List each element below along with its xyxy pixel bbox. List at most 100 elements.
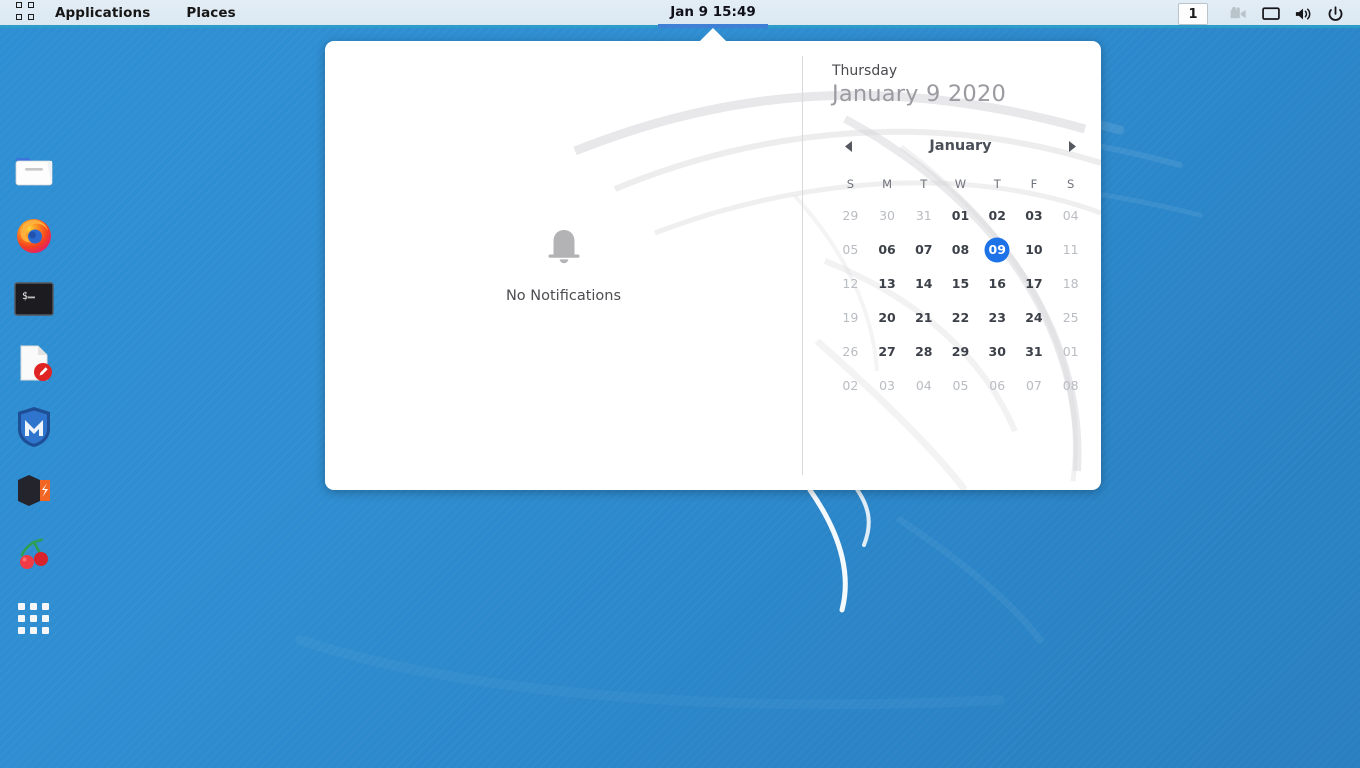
calendar-day[interactable]: 24 xyxy=(1016,301,1053,335)
applications-menu[interactable]: Applications xyxy=(45,0,160,27)
cherrytree-icon[interactable] xyxy=(13,534,55,576)
calendar-day-label: 04 xyxy=(1063,208,1079,223)
calendar-day-label: 01 xyxy=(1063,344,1079,359)
calendar-day[interactable]: 30 xyxy=(979,335,1016,369)
calendar-day[interactable]: 27 xyxy=(869,335,906,369)
power-icon[interactable] xyxy=(1320,1,1350,27)
calendar-day[interactable]: 08 xyxy=(1052,369,1089,403)
calendar-day-today[interactable]: 09 xyxy=(979,233,1016,267)
calendar-day[interactable]: 02 xyxy=(979,199,1016,233)
calendar-day[interactable]: 01 xyxy=(942,199,979,233)
workspace-indicator[interactable]: 1 xyxy=(1178,3,1208,25)
calendar-month-nav: January xyxy=(832,137,1089,155)
file-manager-icon[interactable] xyxy=(13,150,55,192)
calendar-grid: SMTWTFS293031010203040506070809101112131… xyxy=(832,169,1089,403)
calendar-day-label: 19 xyxy=(842,310,858,325)
system-tray: 1 xyxy=(1178,0,1360,28)
calendar-day-label: 31 xyxy=(916,208,932,223)
screencast-icon[interactable] xyxy=(1224,1,1254,27)
calendar-day-label: 27 xyxy=(878,344,895,359)
burpsuite-icon[interactable] xyxy=(13,470,55,512)
terminal-icon[interactable]: $ xyxy=(13,278,55,320)
calendar-day[interactable]: 31 xyxy=(1016,335,1053,369)
calendar-day-label: 03 xyxy=(879,378,895,393)
calendar-day[interactable]: 07 xyxy=(1016,369,1053,403)
calendar-day[interactable]: 16 xyxy=(979,267,1016,301)
calendar-day[interactable]: 14 xyxy=(905,267,942,301)
clock-button[interactable]: Jan 9 15:49 xyxy=(658,0,768,28)
top-panel: Applications Places Jan 9 15:49 1 xyxy=(0,0,1360,28)
calendar-day-label: 24 xyxy=(1025,310,1042,325)
calendar-day[interactable]: 30 xyxy=(869,199,906,233)
no-notifications-label: No Notifications xyxy=(506,288,621,304)
calendar-day-label: 06 xyxy=(989,378,1005,393)
calendar-day-label: 04 xyxy=(916,378,932,393)
calendar-day-label: 14 xyxy=(915,276,932,291)
calendar-day-label: 29 xyxy=(842,208,858,223)
calendar-day-label: 28 xyxy=(915,344,932,359)
calendar-day[interactable]: 23 xyxy=(979,301,1016,335)
places-menu[interactable]: Places xyxy=(160,0,245,27)
calendar-day[interactable]: 04 xyxy=(1052,199,1089,233)
calendar-day[interactable]: 17 xyxy=(1016,267,1053,301)
calendar-day[interactable]: 22 xyxy=(942,301,979,335)
calendar-notifications-popup: No Notifications Thursday January 9 2020… xyxy=(325,41,1101,490)
calendar-dow-header: W xyxy=(942,169,979,199)
metasploit-icon[interactable] xyxy=(13,406,55,448)
calendar-day-label: 29 xyxy=(952,344,969,359)
calendar-day[interactable]: 29 xyxy=(832,199,869,233)
show-applications-icon[interactable] xyxy=(13,598,55,640)
calendar-day[interactable]: 25 xyxy=(1052,301,1089,335)
calendar-day[interactable]: 20 xyxy=(869,301,906,335)
calendar-day[interactable]: 29 xyxy=(942,335,979,369)
calendar-day[interactable]: 01 xyxy=(1052,335,1089,369)
calendar-day[interactable]: 10 xyxy=(1016,233,1053,267)
calendar-day[interactable]: 12 xyxy=(832,267,869,301)
calendar-day-label: 20 xyxy=(878,310,895,325)
calendar-day-label: 01 xyxy=(952,208,969,223)
calendar-day-label: 18 xyxy=(1063,276,1079,291)
calendar-day[interactable]: 19 xyxy=(832,301,869,335)
grid-square xyxy=(16,14,22,20)
calendar-day-label: 21 xyxy=(915,310,932,325)
calendar-day-label: 06 xyxy=(878,242,895,257)
calendar-day[interactable]: 05 xyxy=(832,233,869,267)
calendar-day[interactable]: 18 xyxy=(1052,267,1089,301)
text-editor-icon[interactable] xyxy=(13,342,55,384)
calendar-day[interactable]: 28 xyxy=(905,335,942,369)
calendar-day[interactable]: 26 xyxy=(832,335,869,369)
calendar-day[interactable]: 06 xyxy=(869,233,906,267)
calendar-day[interactable]: 03 xyxy=(869,369,906,403)
calendar-day[interactable]: 02 xyxy=(832,369,869,403)
volume-icon[interactable] xyxy=(1288,1,1318,27)
calendar-dow-header: T xyxy=(979,169,1016,199)
desktop[interactable]: Applications Places Jan 9 15:49 1 xyxy=(0,0,1360,768)
calendar-day-label: 02 xyxy=(842,378,858,393)
calendar-full-date: January 9 2020 xyxy=(832,81,1089,107)
firefox-icon[interactable] xyxy=(13,214,55,256)
calendar-dow-header: S xyxy=(1052,169,1089,199)
calendar-day[interactable]: 08 xyxy=(942,233,979,267)
clock-label: Jan 9 15:49 xyxy=(670,4,756,20)
calendar-day[interactable]: 05 xyxy=(942,369,979,403)
calendar-day[interactable]: 06 xyxy=(979,369,1016,403)
calendar-day-label: 25 xyxy=(1063,310,1079,325)
apps-grid-icon[interactable] xyxy=(0,0,45,27)
calendar-day[interactable]: 13 xyxy=(869,267,906,301)
chevron-right-icon[interactable] xyxy=(1063,137,1081,155)
calendar-day[interactable]: 03 xyxy=(1016,199,1053,233)
calendar-day[interactable]: 21 xyxy=(905,301,942,335)
calendar-day[interactable]: 31 xyxy=(905,199,942,233)
chevron-left-icon[interactable] xyxy=(840,137,858,155)
calendar-day-label: 26 xyxy=(842,344,858,359)
display-icon[interactable] xyxy=(1256,1,1286,27)
svg-text:$: $ xyxy=(22,291,28,302)
calendar-day-label: 30 xyxy=(989,344,1006,359)
calendar-day[interactable]: 15 xyxy=(942,267,979,301)
calendar-day[interactable]: 04 xyxy=(905,369,942,403)
grid-square xyxy=(16,2,22,8)
calendar-day[interactable]: 11 xyxy=(1052,233,1089,267)
calendar-day[interactable]: 07 xyxy=(905,233,942,267)
calendar-day-label: 02 xyxy=(989,208,1006,223)
calendar-day-label: 08 xyxy=(952,242,969,257)
